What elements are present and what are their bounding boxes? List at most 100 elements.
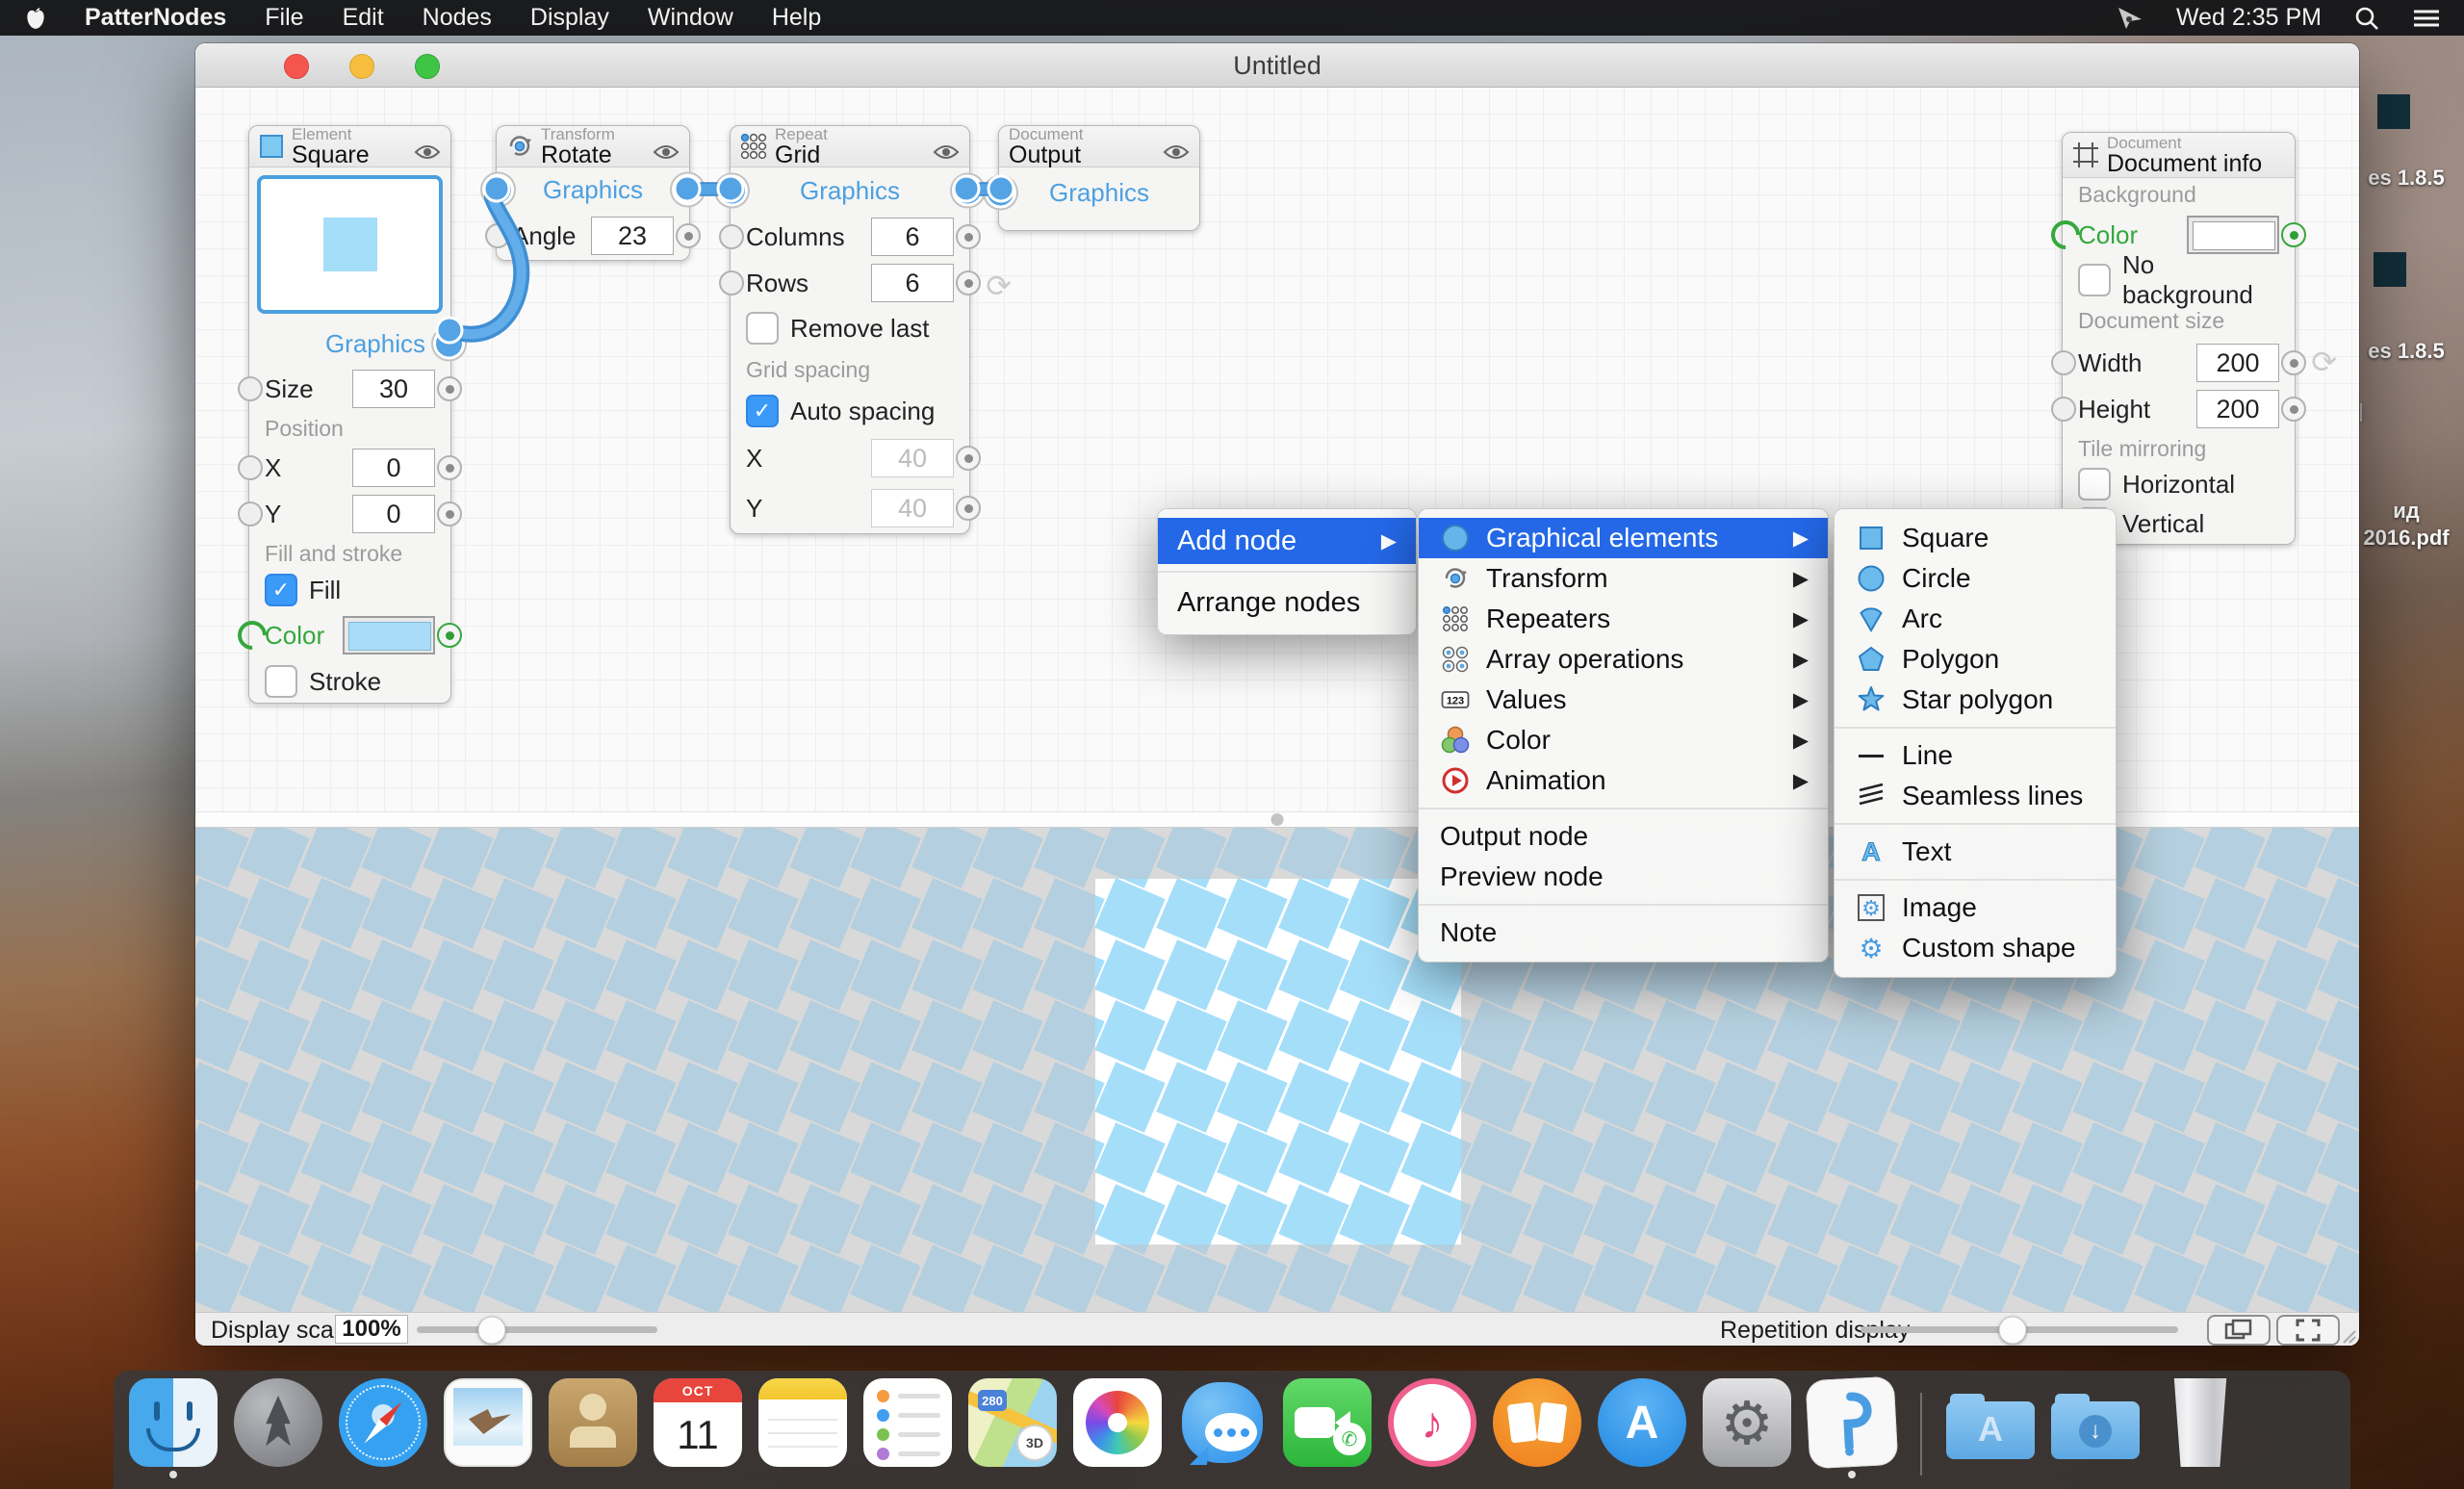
title-bar[interactable]: Untitled	[195, 43, 2359, 88]
display-scaling-slider[interactable]	[417, 1326, 657, 1333]
node-header[interactable]: DocumentDocument info	[2063, 133, 2295, 178]
size-input-port[interactable]	[238, 376, 263, 401]
menu-item-square[interactable]: Square	[1835, 518, 2116, 558]
color-output-port[interactable]	[437, 623, 462, 648]
dock-maps-icon[interactable]: 2803D	[968, 1378, 1057, 1467]
spacing-y-field[interactable]: 40	[871, 489, 954, 527]
desktop-pdf-icon[interactable]	[2360, 404, 2362, 422]
rows-input-port[interactable]	[719, 270, 744, 295]
visibility-eye-icon[interactable]	[414, 138, 441, 167]
menu-item-values[interactable]: 123 Values▶	[1419, 680, 1828, 720]
menu-display[interactable]: Display	[530, 4, 609, 32]
menu-item-output-node[interactable]: Output node	[1419, 816, 1828, 857]
y-output-port[interactable]	[437, 501, 462, 526]
node-header[interactable]: ElementSquare	[249, 126, 450, 167]
angle-field[interactable]: 23	[591, 217, 674, 255]
visibility-eye-icon[interactable]	[933, 138, 960, 167]
angle-input-port[interactable]	[485, 223, 510, 248]
dock-mail-icon[interactable]	[444, 1378, 532, 1467]
dock-facetime-icon[interactable]: ✆	[1283, 1378, 1372, 1467]
height-output-port[interactable]	[2281, 397, 2306, 422]
menu-item-color[interactable]: Color▶	[1419, 720, 1828, 760]
dock-photos-icon[interactable]	[1073, 1378, 1162, 1467]
columns-field[interactable]: 6	[871, 218, 954, 256]
spacing-x-field[interactable]: 40	[871, 439, 954, 477]
width-output-port[interactable]	[2281, 350, 2306, 375]
dock-applications-folder-icon[interactable]: A	[1946, 1378, 2035, 1467]
menu-item-seamless-lines[interactable]: Seamless lines	[1835, 776, 2116, 816]
width-field[interactable]: 200	[2196, 344, 2279, 382]
node-preview-thumbnail[interactable]	[257, 175, 443, 314]
graphics-input-port[interactable]	[482, 174, 514, 206]
menu-item-arrange-nodes[interactable]: Arrange nodes	[1158, 579, 1416, 626]
node-document-output[interactable]: DocumentOutput Graphics	[998, 125, 1200, 231]
menubar-clock[interactable]: Wed 2:35 PM	[2176, 4, 2322, 32]
graphics-input-port[interactable]	[716, 175, 748, 207]
menu-item-transform[interactable]: Transform▶	[1419, 558, 1828, 599]
graphics-output-port[interactable]	[952, 175, 984, 207]
width-height-link-icon[interactable]: ⟳	[2311, 347, 2337, 377]
dock-contacts-icon[interactable]	[549, 1378, 637, 1467]
menu-item-star-polygon[interactable]: Star polygon	[1835, 680, 2116, 720]
graphics-input-port[interactable]	[985, 177, 1016, 209]
stroke-checkbox[interactable]	[265, 665, 297, 698]
node-element-square[interactable]: ElementSquare Graphics Size 30 Position …	[248, 125, 451, 704]
fullscreen-button[interactable]	[2276, 1315, 2340, 1346]
node-document-info[interactable]: DocumentDocument info Background Color N…	[2062, 132, 2296, 545]
menu-edit[interactable]: Edit	[343, 4, 384, 32]
node-repeat-grid[interactable]: RepeatGrid Graphics Columns 6 Rows 6 ⟳	[730, 125, 970, 534]
angle-output-port[interactable]	[676, 223, 701, 248]
dock-app-store-icon[interactable]: A	[1598, 1378, 1686, 1467]
menu-item-add-node[interactable]: Add node▶	[1158, 518, 1416, 564]
size-field[interactable]: 30	[352, 370, 435, 408]
graphics-output-port[interactable]	[672, 174, 704, 206]
node-transform-rotate[interactable]: TransformRotate Graphics Angle 23	[496, 125, 690, 261]
horizontal-mirroring-checkbox[interactable]	[2078, 468, 2111, 501]
spotlight-search-icon[interactable]	[2354, 6, 2379, 31]
window-resize-grip[interactable]	[2338, 1325, 2357, 1345]
node-header[interactable]: DocumentOutput	[999, 126, 1199, 167]
menu-file[interactable]: File	[265, 4, 303, 32]
size-output-port[interactable]	[437, 376, 462, 401]
menu-item-note[interactable]: Note	[1419, 912, 1828, 953]
width-input-port[interactable]	[2051, 350, 2076, 375]
display-scaling-value[interactable]: 100%	[335, 1315, 408, 1344]
remove-last-checkbox[interactable]	[746, 312, 779, 345]
columns-input-port[interactable]	[719, 224, 744, 249]
menu-item-graphical-elements[interactable]: Graphical elements▶	[1419, 518, 1828, 558]
menu-item-line[interactable]: Line	[1835, 735, 2116, 776]
dock-ibooks-icon[interactable]	[1493, 1378, 1581, 1467]
dock-messages-icon[interactable]	[1178, 1378, 1267, 1467]
dock-patternodes-icon[interactable]	[1806, 1376, 1899, 1470]
menu-item-circle[interactable]: Circle	[1835, 558, 2116, 599]
fill-checkbox[interactable]	[265, 574, 297, 606]
spacing-y-output-port[interactable]	[956, 496, 981, 521]
dock-trash-icon[interactable]	[2168, 1378, 2233, 1467]
menu-item-polygon[interactable]: Polygon	[1835, 639, 2116, 680]
height-field[interactable]: 200	[2196, 390, 2279, 428]
dock-system-preferences-icon[interactable]: ⚙	[1703, 1378, 1791, 1467]
menu-window[interactable]: Window	[648, 4, 733, 32]
x-output-port[interactable]	[437, 455, 462, 480]
tile-view-button[interactable]	[2207, 1315, 2271, 1346]
menu-help[interactable]: Help	[772, 4, 821, 32]
dock-calendar-icon[interactable]: OCT11	[654, 1378, 742, 1467]
x-field[interactable]: 0	[352, 449, 435, 487]
rows-output-port[interactable]	[956, 270, 981, 295]
spacing-x-output-port[interactable]	[956, 446, 981, 471]
rows-field[interactable]: 6	[871, 264, 954, 302]
repetition-display-slider[interactable]	[1861, 1326, 2178, 1333]
patternodes-status-icon[interactable]	[2117, 6, 2143, 31]
apple-menu-icon[interactable]	[25, 6, 46, 31]
node-header[interactable]: TransformRotate	[497, 126, 689, 167]
visibility-eye-icon[interactable]	[1163, 138, 1190, 167]
menubar-app-name[interactable]: PatterNodes	[85, 4, 226, 32]
repetition-display-slider-thumb[interactable]	[1999, 1316, 2027, 1344]
menu-item-image[interactable]: ⚙ Image	[1835, 887, 2116, 928]
dock-itunes-icon[interactable]: ♪	[1388, 1378, 1476, 1467]
fill-color-swatch[interactable]	[343, 616, 435, 655]
visibility-eye-icon[interactable]	[653, 138, 680, 167]
menu-item-text[interactable]: A Text	[1835, 832, 2116, 872]
columns-rows-link-icon[interactable]: ⟳	[986, 270, 1012, 301]
height-input-port[interactable]	[2051, 397, 2076, 422]
